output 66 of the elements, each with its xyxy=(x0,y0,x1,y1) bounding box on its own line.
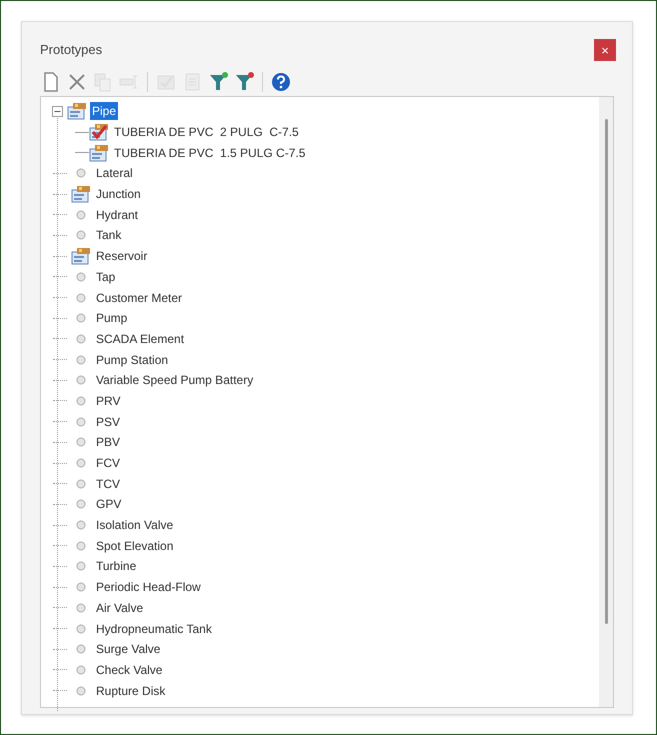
tree-item[interactable]: Spot Elevation xyxy=(94,536,176,555)
scrollbar-thumb[interactable] xyxy=(604,119,608,624)
tree-item[interactable]: Isolation Valve xyxy=(94,516,176,534)
tree-item[interactable]: TUBERIA DE PVC 2 PULG C-7.5 xyxy=(112,123,301,142)
tree-item[interactable]: Air Valve xyxy=(94,598,146,617)
prototype-icon xyxy=(71,247,91,266)
tree-item[interactable]: Junction xyxy=(94,185,143,204)
dot-icon xyxy=(76,272,86,282)
tree-item[interactable]: Customer Meter xyxy=(94,288,184,307)
tree-item[interactable]: Lateral xyxy=(94,164,135,182)
tree-item[interactable]: PRV xyxy=(94,392,122,410)
filter-remove-icon[interactable] xyxy=(233,71,255,93)
tree-item[interactable]: PBV xyxy=(94,433,122,452)
tree-item[interactable]: Pump Station xyxy=(94,350,170,369)
dot-icon xyxy=(76,354,86,365)
dot-icon xyxy=(76,561,86,572)
tree-item[interactable]: TUBERIA DE PVC 1.5 PULG C-7.5 xyxy=(112,144,308,162)
dot-icon xyxy=(76,499,86,510)
dot-icon xyxy=(76,582,86,592)
collapse-icon[interactable] xyxy=(52,106,63,117)
dot-icon xyxy=(76,313,86,324)
tree-item[interactable]: Pump xyxy=(94,309,130,328)
dot-icon xyxy=(76,210,86,220)
dot-icon xyxy=(76,375,86,386)
tree-item[interactable]: GPV xyxy=(94,495,124,514)
tree-item[interactable]: Tap xyxy=(94,268,118,286)
close-button[interactable]: × xyxy=(594,39,616,61)
tree-item[interactable]: Reservoir xyxy=(94,247,150,266)
tree-item[interactable]: TCV xyxy=(94,474,122,493)
tree-item[interactable]: PSV xyxy=(94,412,122,431)
dot-icon xyxy=(76,458,86,468)
dot-icon xyxy=(76,396,86,406)
scrollbar[interactable] xyxy=(599,97,613,707)
dot-icon xyxy=(76,168,86,178)
dot-icon xyxy=(76,334,86,344)
tree-item[interactable]: Periodic Head-Flow xyxy=(94,578,203,596)
dot-icon xyxy=(76,624,86,634)
dot-icon xyxy=(76,686,86,696)
tree-item[interactable]: FCV xyxy=(94,454,122,472)
dot-icon xyxy=(76,292,86,303)
dot-icon xyxy=(76,602,86,613)
dot-icon xyxy=(76,664,86,675)
dot-icon xyxy=(76,478,86,489)
tree-item[interactable]: Surge Valve xyxy=(94,640,162,658)
tree-item[interactable]: Check Valve xyxy=(94,660,164,679)
filter-add-icon[interactable] xyxy=(207,71,229,93)
tree-item[interactable]: Pipe xyxy=(90,102,118,120)
dot-icon xyxy=(76,644,86,654)
prototype-icon xyxy=(67,102,87,120)
dot-icon xyxy=(76,520,86,530)
dot-icon xyxy=(76,416,86,427)
prototype-icon xyxy=(89,144,109,162)
tree-item[interactable]: Variable Speed Pump Battery xyxy=(94,371,256,390)
dot-icon xyxy=(76,437,86,448)
tree-item[interactable]: Hydrant xyxy=(94,206,140,224)
tree-item[interactable]: Turbine xyxy=(94,557,138,576)
help-icon[interactable] xyxy=(270,71,292,93)
tree-item[interactable]: SCADA Element xyxy=(94,330,186,348)
checked-prototype-icon xyxy=(89,123,109,142)
window-title: Prototypes xyxy=(40,41,102,60)
prototype-icon xyxy=(71,185,91,204)
tree-item[interactable]: Rupture Disk xyxy=(94,682,168,700)
tree-item[interactable]: Tank xyxy=(94,226,124,244)
tree-item[interactable]: Hydropneumatic Tank xyxy=(94,620,214,638)
dot-icon xyxy=(76,230,86,240)
dot-icon xyxy=(76,540,86,551)
